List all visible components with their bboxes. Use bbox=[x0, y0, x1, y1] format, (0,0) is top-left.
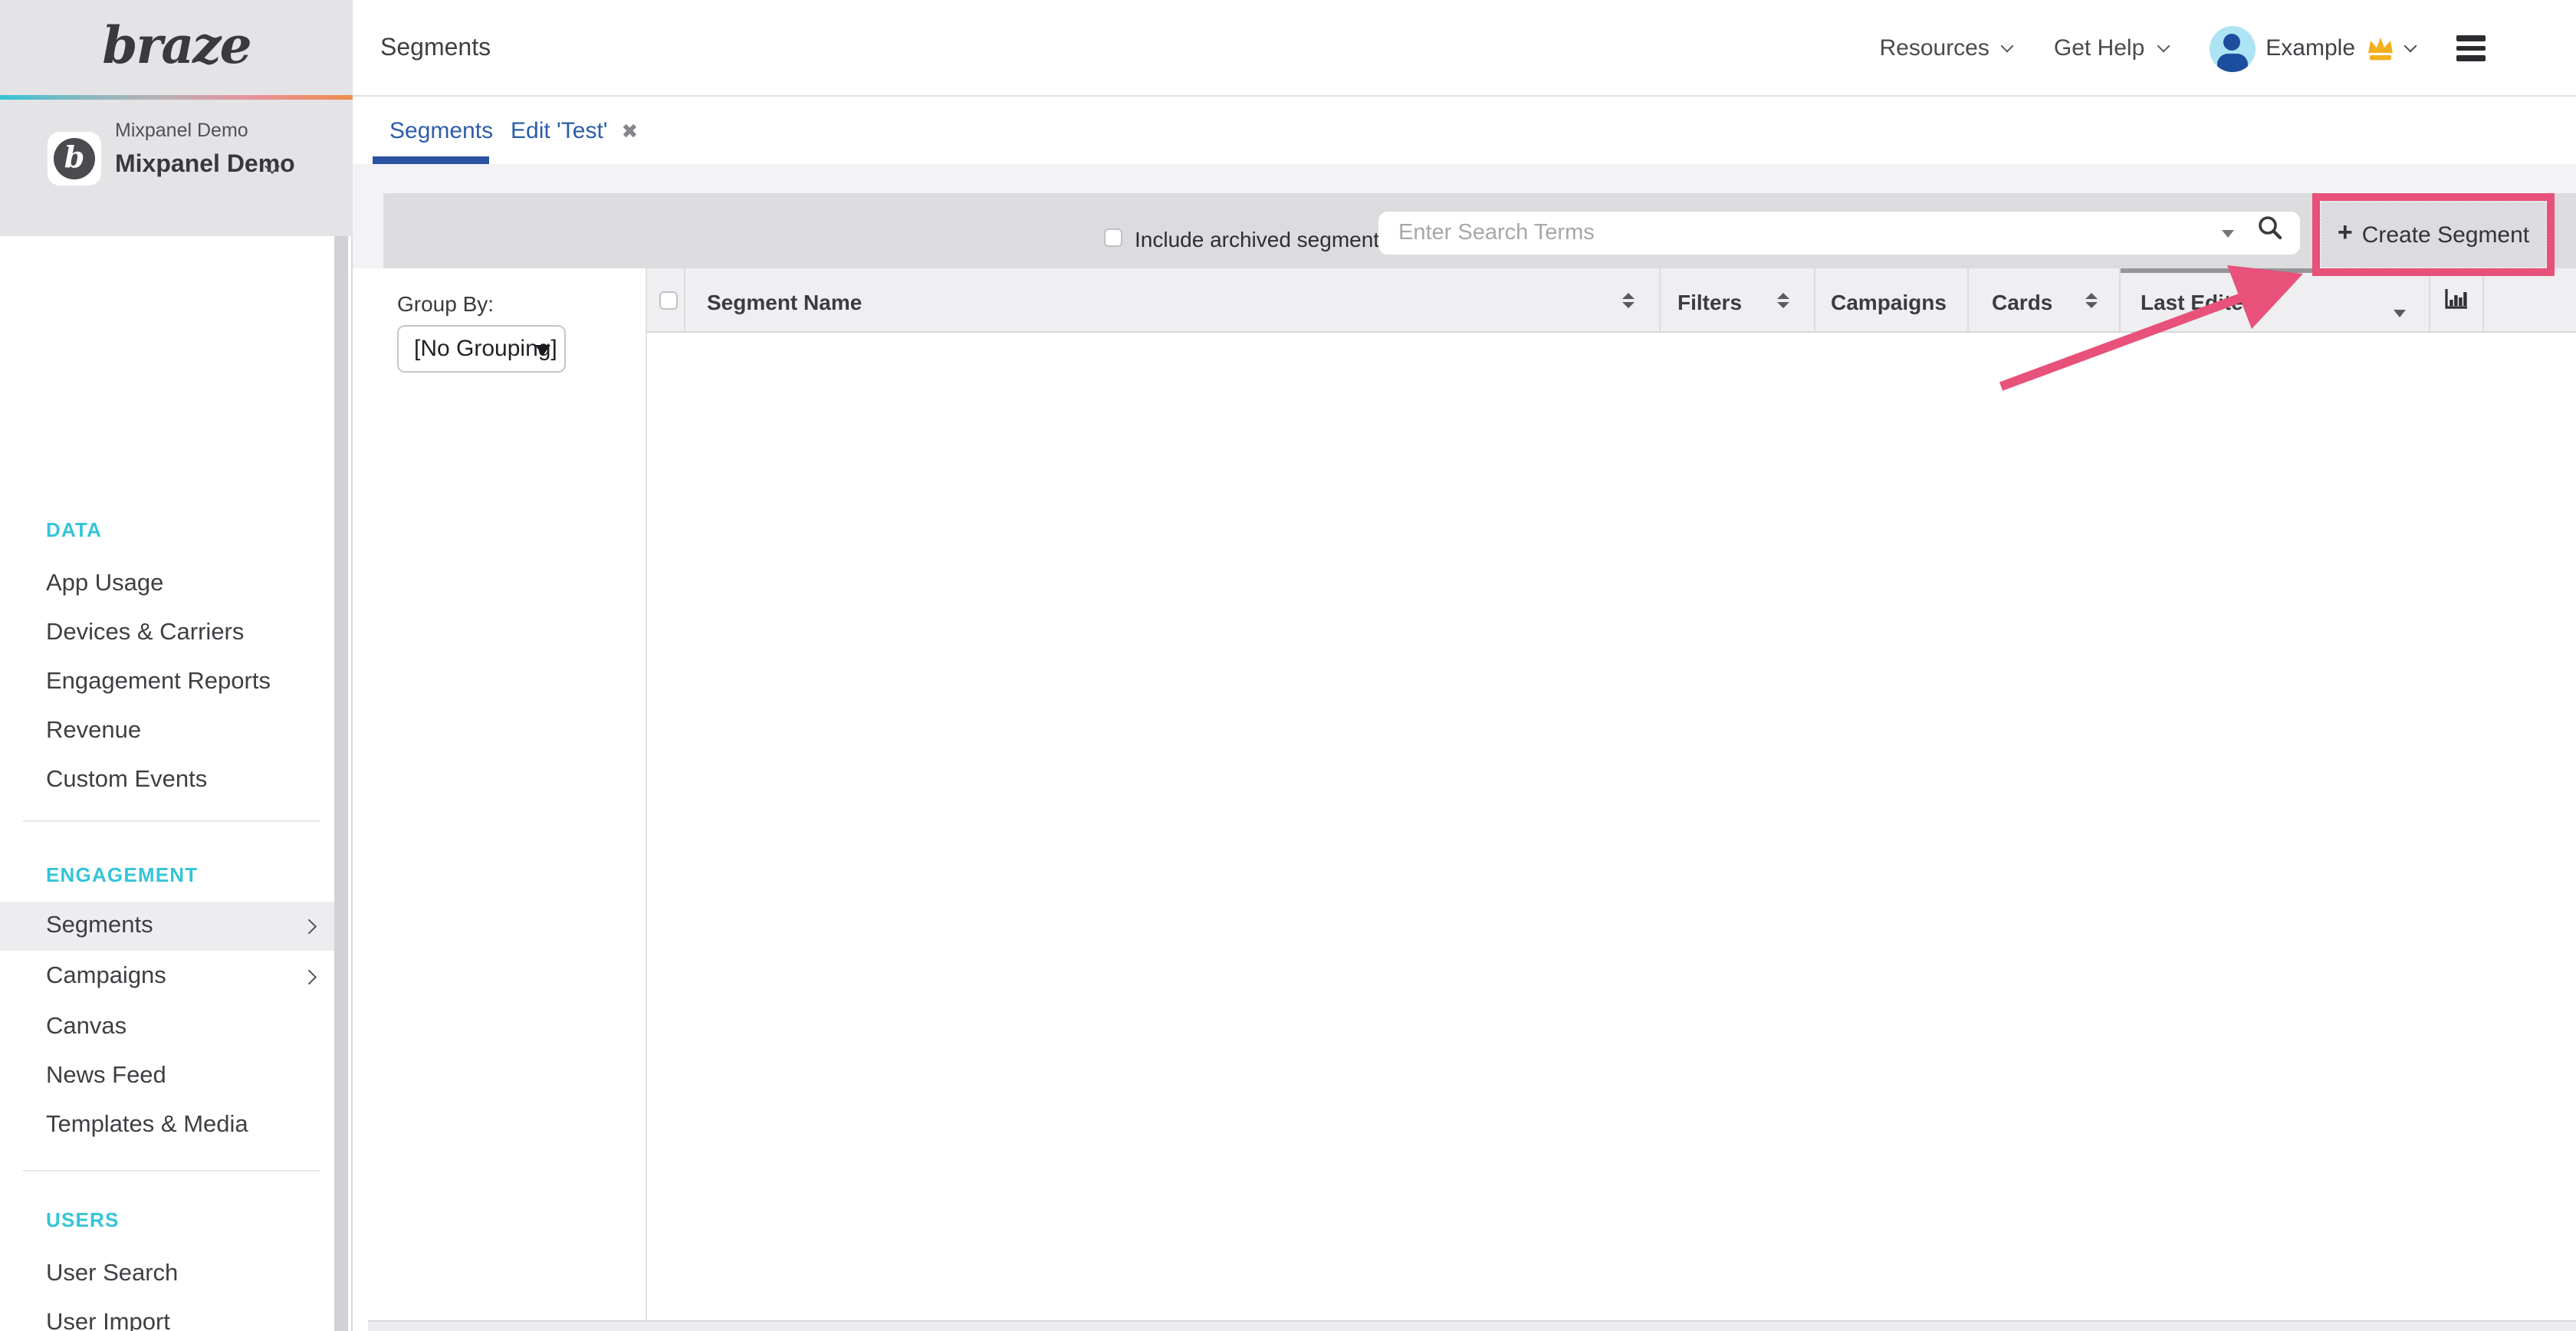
sidebar-item-user-search[interactable]: User Search bbox=[0, 1250, 336, 1299]
include-archived-label: Include archived segments bbox=[1135, 227, 1390, 251]
divider bbox=[23, 1170, 320, 1172]
search-icon[interactable] bbox=[2257, 215, 2283, 241]
column-last-edited[interactable]: Last Edited bbox=[2141, 290, 2256, 314]
divider bbox=[23, 820, 320, 822]
create-segment-highlight-box: + Create Segment bbox=[2312, 193, 2555, 276]
sidebar-nav: DATA App Usage Devices & Carriers Engage… bbox=[0, 236, 351, 1331]
group-by-label: Group By: bbox=[397, 291, 494, 316]
plus-icon: + bbox=[2338, 218, 2353, 248]
braze-logo[interactable]: braze bbox=[102, 15, 250, 80]
get-help-menu[interactable]: Get Help bbox=[2054, 35, 2167, 61]
segments-toolbar: Include archived segments + Create Segme… bbox=[383, 193, 2576, 268]
crown-icon bbox=[2366, 35, 2395, 61]
workspace-logo: b bbox=[48, 132, 101, 186]
sidebar-item-news-feed[interactable]: News Feed bbox=[0, 1052, 336, 1101]
workspace-switcher[interactable]: b Mixpanel Demo Mixpanel Demo bbox=[0, 100, 353, 236]
sidebar-item-custom-events[interactable]: Custom Events bbox=[0, 756, 336, 805]
sort-icon-segment-name[interactable] bbox=[1622, 293, 1635, 308]
sidebar-item-templates-media[interactable]: Templates & Media bbox=[0, 1101, 336, 1150]
chevron-right-icon bbox=[301, 970, 315, 984]
sidebar-item-campaigns[interactable]: Campaigns bbox=[0, 952, 336, 1001]
section-heading-users: USERS bbox=[46, 1208, 120, 1231]
logo-band: braze bbox=[0, 0, 353, 95]
chevron-down-icon bbox=[2001, 40, 2014, 53]
group-by-select[interactable]: [No Grouping] bbox=[397, 325, 566, 373]
section-heading-data: DATA bbox=[46, 518, 102, 541]
column-cards[interactable]: Cards bbox=[1992, 290, 2052, 314]
tab-segments[interactable]: Segments bbox=[389, 98, 493, 164]
search-input[interactable] bbox=[1378, 212, 2300, 255]
user-name: Example bbox=[2266, 35, 2355, 61]
content-top-band bbox=[353, 164, 2576, 193]
hamburger-menu-icon[interactable] bbox=[2456, 35, 2486, 61]
search-dropdown-caret-icon[interactable] bbox=[2222, 230, 2234, 238]
column-segment-name[interactable]: Segment Name bbox=[707, 290, 862, 314]
avatar bbox=[2209, 25, 2255, 71]
select-all-checkbox[interactable] bbox=[659, 291, 678, 310]
workspace-org-label: Mixpanel Demo bbox=[115, 120, 248, 141]
tab-edit-test[interactable]: Edit 'Test' ✖ bbox=[511, 98, 638, 164]
sidebar-item-engagement-reports[interactable]: Engagement Reports bbox=[0, 658, 336, 707]
top-header: Segments Resources Get Help Example bbox=[353, 0, 2576, 97]
column-campaigns[interactable]: Campaigns bbox=[1831, 290, 1947, 314]
section-heading-engagement: ENGAGEMENT bbox=[46, 863, 198, 886]
segments-table-header: Segment Name Filters Campaigns Cards Las… bbox=[647, 268, 2576, 333]
sidebar: braze b Mixpanel Demo Mixpanel Demo DATA… bbox=[0, 0, 353, 1331]
page-bottom-strip bbox=[368, 1322, 2576, 1331]
last-edited-dropdown-caret-icon[interactable] bbox=[2394, 297, 2406, 325]
resources-menu[interactable]: Resources bbox=[1879, 35, 2012, 61]
sidebar-item-app-usage[interactable]: App Usage bbox=[0, 560, 336, 609]
main-area: Segments Resources Get Help Example bbox=[353, 0, 2576, 1331]
toolbar-left-margin bbox=[353, 193, 383, 268]
chevron-down-icon bbox=[2157, 40, 2170, 53]
include-archived-checkbox[interactable] bbox=[1104, 228, 1122, 247]
sidebar-item-devices-carriers[interactable]: Devices & Carriers bbox=[0, 609, 336, 658]
sidebar-item-segments[interactable]: Segments bbox=[0, 902, 336, 951]
header-right-menu: Resources Get Help Example bbox=[1879, 0, 2486, 97]
sidebar-item-canvas[interactable]: Canvas bbox=[0, 1003, 336, 1052]
tab-bar: Segments Edit 'Test' ✖ bbox=[353, 98, 2576, 164]
sort-icon-filters[interactable] bbox=[1777, 293, 1789, 308]
dropdown-caret-icon bbox=[535, 345, 550, 356]
column-filters[interactable]: Filters bbox=[1677, 290, 1742, 314]
bar-chart-icon[interactable] bbox=[2443, 287, 2469, 313]
sidebar-item-revenue[interactable]: Revenue bbox=[0, 707, 336, 756]
chevron-right-icon bbox=[301, 919, 315, 933]
braze-dashboard: braze b Mixpanel Demo Mixpanel Demo DATA… bbox=[0, 0, 2576, 1331]
close-icon[interactable]: ✖ bbox=[622, 119, 639, 143]
active-tab-underline bbox=[373, 156, 489, 164]
group-by-panel: Group By: [No Grouping] bbox=[383, 268, 647, 1320]
page-title: Segments bbox=[380, 35, 491, 63]
user-menu[interactable]: Example bbox=[2209, 25, 2415, 71]
workspace-logo-b-icon: b bbox=[54, 138, 95, 179]
sort-icon-cards[interactable] bbox=[2085, 293, 2098, 308]
sidebar-scrollbar[interactable] bbox=[334, 236, 348, 1331]
chevron-down-icon bbox=[2404, 40, 2417, 53]
create-segment-button[interactable]: + Create Segment bbox=[2320, 201, 2547, 268]
sidebar-item-user-import[interactable]: User Import bbox=[0, 1299, 336, 1331]
